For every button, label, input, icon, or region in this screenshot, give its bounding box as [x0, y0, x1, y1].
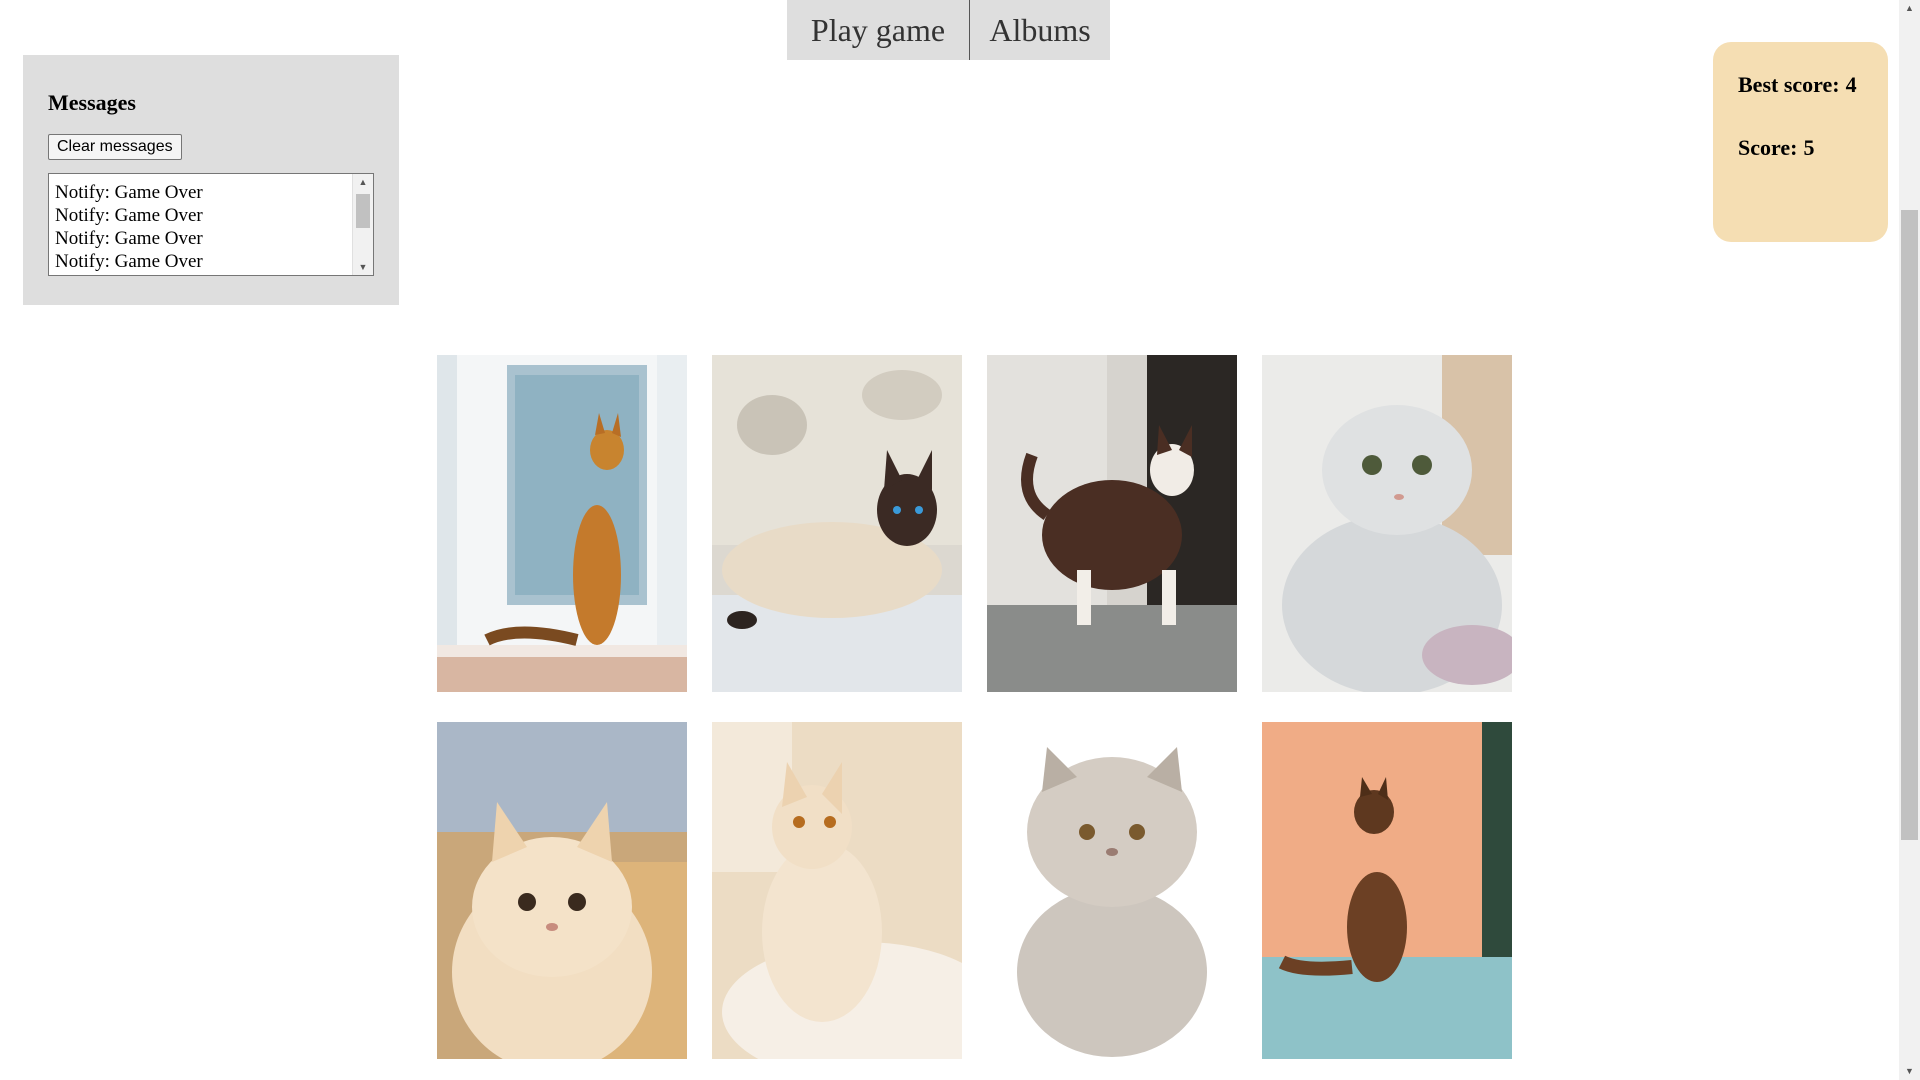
- message-item: Notify: Game Over: [55, 182, 203, 203]
- score-value: 5: [1803, 135, 1815, 160]
- cat-card-grid: [437, 355, 1512, 1059]
- messages-scroll-thumb[interactable]: [356, 194, 370, 228]
- page-scroll-thumb[interactable]: [1901, 210, 1918, 840]
- best-score: Best score: 4: [1738, 72, 1888, 98]
- cat-image: [712, 722, 962, 1059]
- page-scrollbar[interactable]: ▲ ▼: [1899, 0, 1920, 1080]
- clear-messages-button[interactable]: Clear messages: [48, 134, 182, 160]
- messages-log[interactable]: Notify: Game Over Notify: Game Over Noti…: [48, 173, 374, 276]
- cat-image: [437, 722, 687, 1059]
- cat-card-persian[interactable]: [987, 722, 1237, 1059]
- messages-list: Notify: Game Over Notify: Game Over Noti…: [49, 174, 373, 273]
- tab-albums[interactable]: Albums: [970, 0, 1110, 60]
- cat-image: [987, 355, 1237, 692]
- messages-panel: Messages Clear messages Notify: Game Ove…: [23, 55, 399, 305]
- page-scroll-down-arrow-icon[interactable]: ▼: [1899, 1063, 1920, 1080]
- cat-image: [1262, 722, 1512, 1059]
- cat-image: [987, 722, 1237, 1059]
- message-item: Notify: Game Over: [55, 251, 203, 272]
- cat-image: [437, 355, 687, 692]
- cat-card-scottish-fold[interactable]: [1262, 355, 1512, 692]
- scroll-up-arrow-icon[interactable]: ▲: [353, 174, 373, 190]
- best-score-label: Best score:: [1738, 72, 1840, 97]
- page: Play game Albums Messages Clear messages…: [0, 0, 1920, 1080]
- cat-card-snowshoe[interactable]: [987, 355, 1237, 692]
- score-panel: Best score: 4 Score: 5: [1713, 42, 1888, 242]
- cat-card-siamese[interactable]: [712, 355, 962, 692]
- cat-image: [1262, 355, 1512, 692]
- message-item: Notify: Game Over: [55, 228, 203, 249]
- cat-image: [712, 355, 962, 692]
- score-label: Score:: [1738, 135, 1798, 160]
- messages-scrollbar[interactable]: ▲ ▼: [352, 174, 373, 275]
- cat-card-orange-somali[interactable]: [437, 355, 687, 692]
- cat-card-angora[interactable]: [712, 722, 962, 1059]
- top-nav: Play game Albums: [787, 0, 1110, 60]
- messages-title: Messages: [48, 90, 136, 115]
- current-score: Score: 5: [1738, 135, 1888, 161]
- cat-card-exotic-shorthair[interactable]: [437, 722, 687, 1059]
- cat-card-brown-longhair[interactable]: [1262, 722, 1512, 1059]
- message-item: Notify: Game Over: [55, 205, 203, 226]
- best-score-value: 4: [1845, 72, 1857, 97]
- page-scroll-up-arrow-icon[interactable]: ▲: [1899, 0, 1920, 17]
- tab-play-game[interactable]: Play game: [787, 0, 970, 60]
- scroll-down-arrow-icon[interactable]: ▼: [353, 259, 373, 275]
